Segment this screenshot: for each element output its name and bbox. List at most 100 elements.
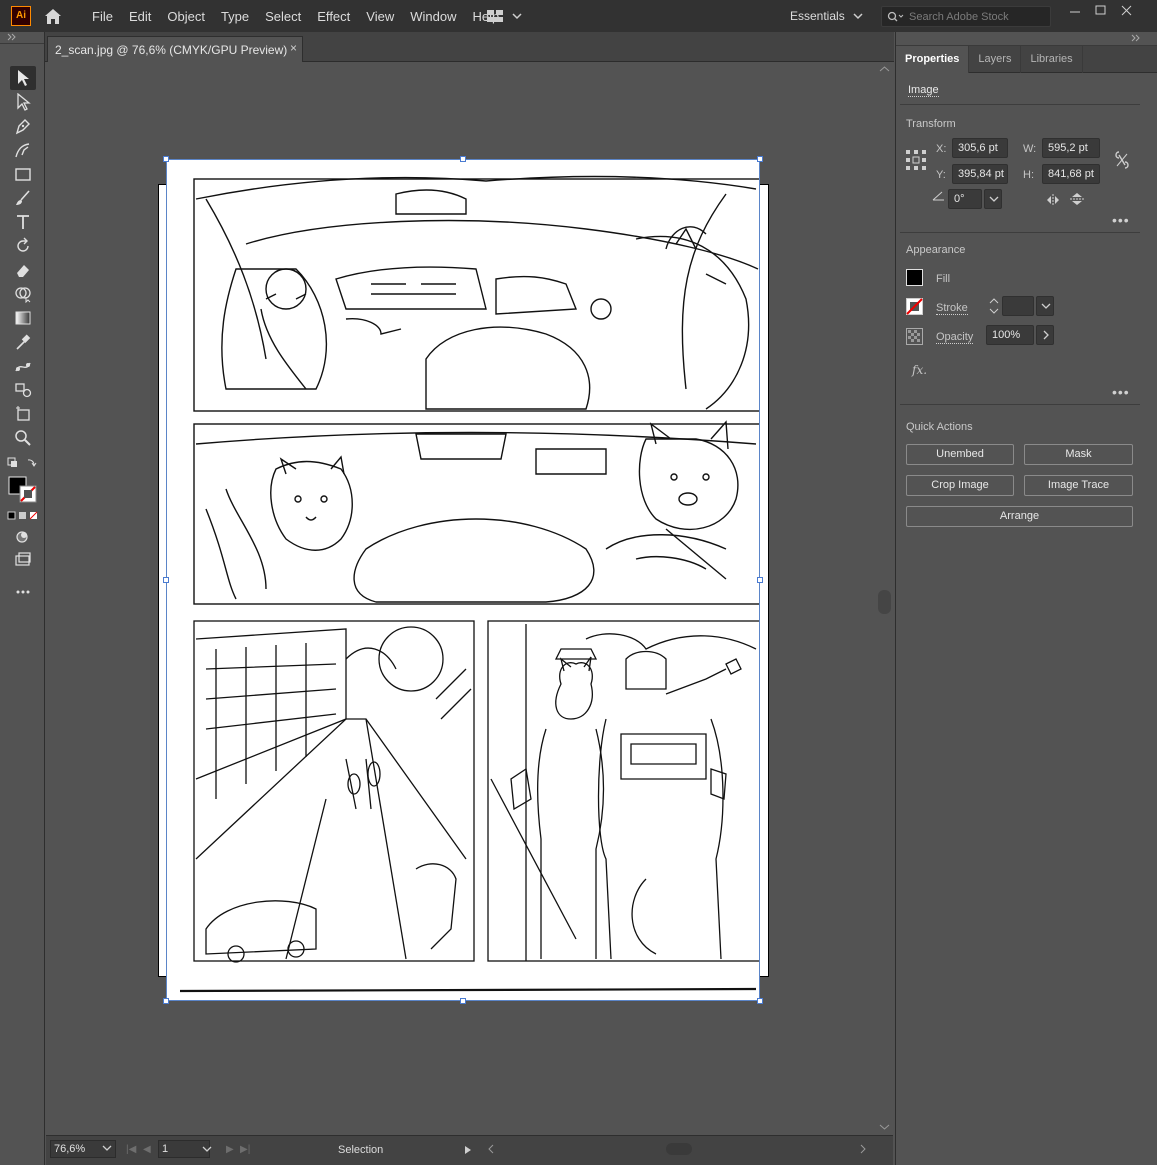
resize-handle-top-right[interactable]	[757, 156, 763, 162]
more-options-icon[interactable]: •••	[1112, 384, 1130, 400]
minimize-icon[interactable]	[1063, 2, 1087, 20]
x-label: X:	[936, 143, 947, 155]
height-field[interactable]: 841,68 pt	[1042, 164, 1100, 184]
scroll-left-icon[interactable]	[486, 1142, 496, 1156]
rotate-tool-icon[interactable]	[10, 234, 36, 258]
y-position-field[interactable]: 395,84 pt	[952, 164, 1008, 184]
resize-handle-bottom[interactable]	[460, 998, 466, 1004]
direct-selection-tool-icon[interactable]	[10, 90, 36, 114]
paintbrush-tool-icon[interactable]	[10, 186, 36, 210]
constrain-proportions-icon[interactable]	[1114, 150, 1130, 170]
gradient-tool-icon[interactable]	[10, 306, 36, 330]
horizontal-scroll-thumb[interactable]	[666, 1143, 692, 1155]
home-icon[interactable]	[41, 5, 65, 27]
scroll-right-icon[interactable]	[858, 1142, 868, 1156]
type-tool-icon[interactable]	[10, 210, 36, 234]
next-artboard-icon[interactable]: ▶	[226, 1144, 234, 1155]
edit-toolbar-icon[interactable]	[10, 580, 36, 604]
angle-dropdown[interactable]	[984, 189, 1002, 209]
shape-builder-tool-icon[interactable]	[10, 282, 36, 306]
opacity-label[interactable]: Opacity	[936, 331, 974, 344]
chevron-down-icon[interactable]	[102, 1145, 112, 1151]
opacity-icon	[906, 328, 923, 345]
rotate-angle-field[interactable]: 0°	[948, 189, 982, 209]
menu-effect[interactable]: Effect	[309, 9, 358, 24]
stroke-weight-field[interactable]	[1002, 296, 1034, 316]
swap-fill-stroke-icon[interactable]	[6, 452, 40, 476]
placed-scan-image[interactable]	[166, 159, 760, 1001]
resize-handle-right[interactable]	[757, 577, 763, 583]
vertical-scrollbar[interactable]	[876, 62, 893, 1135]
reference-point-icon[interactable]	[906, 150, 926, 170]
screen-mode-icon[interactable]	[10, 548, 36, 572]
stroke-weight-dropdown[interactable]	[1036, 296, 1054, 316]
opacity-field[interactable]: 100%	[986, 325, 1034, 345]
eyedropper-tool-icon[interactable]	[10, 330, 36, 354]
last-artboard-icon[interactable]: ▶|	[240, 1144, 250, 1155]
x-position-field[interactable]: 305,6 pt	[952, 138, 1008, 158]
rectangle-tool-icon[interactable]	[10, 162, 36, 186]
panel-collapse-icon[interactable]	[0, 32, 44, 44]
close-tab-icon[interactable]: ×	[290, 41, 297, 55]
menu-edit[interactable]: Edit	[121, 9, 159, 24]
resize-handle-top[interactable]	[460, 156, 466, 162]
opacity-expand[interactable]	[1036, 325, 1054, 345]
scroll-up-icon[interactable]	[876, 62, 893, 76]
rotate-angle-icon	[932, 190, 946, 202]
stroke-label[interactable]: Stroke	[936, 302, 968, 315]
stock-search-input[interactable]	[909, 10, 1049, 23]
zoom-tool-icon[interactable]	[10, 426, 36, 450]
stroke-swatch[interactable]	[906, 298, 923, 315]
blend-tool-icon[interactable]	[10, 354, 36, 378]
chevron-down-icon[interactable]	[202, 1146, 212, 1152]
crop-image-button[interactable]: Crop Image	[906, 475, 1014, 496]
menu-type[interactable]: Type	[213, 9, 257, 24]
resize-handle-bottom-right[interactable]	[757, 998, 763, 1004]
fx-icon[interactable]: fx.	[912, 363, 927, 377]
arrange-button[interactable]: Arrange	[906, 506, 1133, 527]
curvature-tool-icon[interactable]	[10, 138, 36, 162]
menu-file[interactable]: File	[84, 9, 121, 24]
artboard-tool-icon[interactable]	[10, 402, 36, 426]
draw-mode-icon[interactable]	[10, 524, 36, 548]
width-field[interactable]: 595,2 pt	[1042, 138, 1100, 158]
app-logo: Ai	[11, 6, 31, 26]
menu-object[interactable]: Object	[159, 9, 213, 24]
tab-properties[interactable]: Properties	[896, 46, 970, 73]
selection-tool-icon[interactable]	[10, 66, 36, 90]
menu-view[interactable]: View	[358, 9, 402, 24]
workspace-switcher[interactable]: Essentials	[790, 0, 863, 32]
color-mode-icon[interactable]	[6, 508, 40, 522]
menu-select[interactable]: Select	[257, 9, 309, 24]
symbol-sprayer-tool-icon[interactable]	[10, 378, 36, 402]
panel-collapse-icon[interactable]	[896, 32, 1157, 46]
scroll-down-icon[interactable]	[876, 1122, 893, 1134]
resize-handle-bottom-left[interactable]	[163, 998, 169, 1004]
arrange-documents-icon[interactable]	[486, 8, 524, 24]
image-trace-button[interactable]: Image Trace	[1024, 475, 1133, 496]
document-tab[interactable]: 2_scan.jpg @ 76,6% (CMYK/GPU Preview) ×	[47, 36, 303, 62]
status-menu-icon[interactable]	[464, 1145, 472, 1155]
mask-button[interactable]: Mask	[1024, 444, 1133, 465]
previous-artboard-icon[interactable]: ◀	[143, 1144, 151, 1155]
fill-swatch[interactable]	[906, 269, 923, 286]
first-artboard-icon[interactable]: |◀	[126, 1144, 136, 1155]
pen-tool-icon[interactable]	[10, 114, 36, 138]
more-options-icon[interactable]: •••	[1112, 212, 1130, 228]
eraser-tool-icon[interactable]	[10, 258, 36, 282]
stroke-weight-stepper[interactable]	[988, 296, 1000, 316]
flip-vertical-icon[interactable]	[1070, 192, 1084, 206]
resize-handle-top-left[interactable]	[163, 156, 169, 162]
tab-libraries[interactable]: Libraries	[1021, 46, 1083, 73]
resize-handle-left[interactable]	[163, 577, 169, 583]
canvas[interactable]	[46, 62, 876, 1135]
close-icon[interactable]	[1114, 2, 1138, 20]
flip-horizontal-icon[interactable]	[1046, 194, 1060, 206]
fill-stroke-swatch[interactable]	[6, 474, 40, 506]
maximize-icon[interactable]	[1088, 2, 1112, 20]
tab-layers[interactable]: Layers	[969, 46, 1022, 73]
horizontal-scrollbar[interactable]	[486, 1142, 866, 1156]
unembed-button[interactable]: Unembed	[906, 444, 1014, 465]
vertical-scroll-thumb[interactable]	[878, 590, 891, 614]
menu-window[interactable]: Window	[402, 9, 464, 24]
